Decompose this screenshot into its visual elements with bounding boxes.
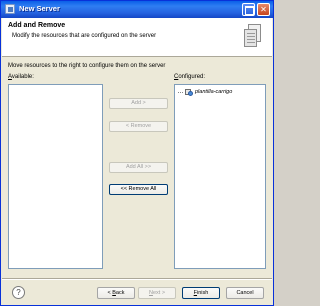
configured-list[interactable]: plantilla-carrigo <box>174 84 266 269</box>
instruction-text: Move resources to the right to configure… <box>8 63 166 69</box>
footer-separator <box>2 278 272 280</box>
list-item[interactable]: plantilla-carrigo <box>178 88 232 96</box>
remove-all-button[interactable]: << Remove All <box>109 184 168 195</box>
cancel-button[interactable]: Cancel <box>226 287 264 299</box>
wizard-body: Move resources to the right to configure… <box>2 58 272 278</box>
server-window-icon <box>5 4 15 14</box>
new-server-dialog: New Server ✕ Add and Remove Modify the r… <box>0 0 274 306</box>
close-button[interactable]: ✕ <box>257 3 270 16</box>
available-label: Available: <box>8 74 34 80</box>
tree-connector-icon <box>178 92 183 93</box>
available-list[interactable] <box>8 84 103 269</box>
add-all-button[interactable]: Add All >> <box>109 162 168 173</box>
finish-button[interactable]: Finish <box>182 287 220 299</box>
title-bar[interactable]: New Server ✕ <box>1 1 273 18</box>
wizard-footer: ? < Back Next > Finish Cancel <box>2 281 272 305</box>
add-button[interactable]: Add > <box>109 98 168 109</box>
wizard-banner-icon <box>244 24 262 50</box>
list-item-label: plantilla-carrigo <box>195 89 233 95</box>
wizard-header: Add and Remove Modify the resources that… <box>2 18 272 57</box>
web-project-icon <box>185 88 193 96</box>
page-title: Add and Remove <box>8 22 66 29</box>
page-description: Modify the resources that are configured… <box>12 33 157 39</box>
back-button[interactable]: < Back <box>97 287 135 299</box>
remove-button[interactable]: < Remove <box>109 121 168 132</box>
next-button[interactable]: Next > <box>138 287 176 299</box>
help-icon[interactable]: ? <box>12 286 25 299</box>
window-title: New Server <box>19 4 60 13</box>
configured-label: Configured: <box>174 74 206 80</box>
maximize-button[interactable] <box>242 3 255 16</box>
